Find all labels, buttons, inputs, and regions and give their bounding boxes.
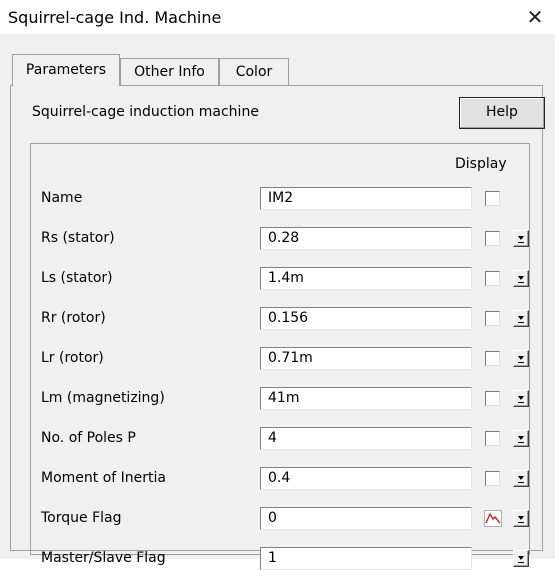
- param-value-lm-magnetizing[interactable]: 41m: [260, 387, 472, 410]
- window-title: Squirrel-cage Ind. Machine: [8, 8, 222, 27]
- dropdown-button-lm-magnetizing[interactable]: [513, 390, 529, 407]
- param-label-lm-magnetizing: Lm (magnetizing): [41, 390, 165, 406]
- dropdown-button-torque-flag[interactable]: [513, 510, 529, 527]
- param-label-lr-rotor: Lr (rotor): [41, 350, 104, 366]
- waveform-icon[interactable]: [484, 510, 502, 527]
- display-checkbox-rr-rotor[interactable]: [485, 311, 500, 326]
- display-checkbox-moment-of-inertia[interactable]: [485, 471, 500, 486]
- display-checkbox-no-of-poles-p[interactable]: [485, 431, 500, 446]
- dropdown-bar: [518, 482, 524, 483]
- display-checkbox-name[interactable]: [485, 191, 500, 206]
- chevron-down-icon: [518, 236, 524, 240]
- param-value-torque-flag[interactable]: 0: [260, 507, 472, 530]
- dropdown-bar: [518, 242, 524, 243]
- param-label-rr-rotor: Rr (rotor): [41, 310, 106, 326]
- dropdown-button-ls-stator[interactable]: [513, 270, 529, 287]
- dropdown-button-rr-rotor[interactable]: [513, 310, 529, 327]
- chevron-down-icon: [518, 316, 524, 320]
- display-checkbox-lm-magnetizing[interactable]: [485, 391, 500, 406]
- param-value-lr-rotor[interactable]: 0.71m: [260, 347, 472, 370]
- param-value-name[interactable]: IM2: [260, 187, 472, 210]
- dropdown-button-no-of-poles-p[interactable]: [513, 430, 529, 447]
- param-label-name: Name: [41, 190, 83, 206]
- dropdown-bar: [518, 282, 524, 283]
- dropdown-button-rs-stator[interactable]: [513, 230, 529, 247]
- description-label: Squirrel-cage induction machine: [32, 104, 259, 120]
- display-checkbox-ls-stator[interactable]: [485, 271, 500, 286]
- param-value-rs-stator[interactable]: 0.28: [260, 227, 472, 250]
- dropdown-bar: [518, 362, 524, 363]
- param-label-master-slave-flag: Master/Slave Flag: [41, 550, 166, 566]
- param-value-moment-of-inertia[interactable]: 0.4: [260, 467, 472, 490]
- dropdown-bar: [518, 562, 524, 563]
- dropdown-button-lr-rotor[interactable]: [513, 350, 529, 367]
- chevron-down-icon: [518, 356, 524, 360]
- chevron-down-icon: [518, 556, 524, 560]
- dropdown-bar: [518, 522, 524, 523]
- param-value-ls-stator[interactable]: 1.4m: [260, 267, 472, 290]
- chevron-down-icon: [518, 436, 524, 440]
- param-label-rs-stator: Rs (stator): [41, 230, 115, 246]
- display-header: Display: [455, 156, 507, 172]
- tab-parameters[interactable]: Parameters: [12, 54, 120, 86]
- chevron-down-icon: [518, 516, 524, 520]
- tab-other-info[interactable]: Other Info: [120, 58, 219, 85]
- close-icon[interactable]: ✕: [523, 4, 547, 30]
- title-bar: Squirrel-cage Ind. Machine ✕: [0, 0, 555, 34]
- display-checkbox-lr-rotor[interactable]: [485, 351, 500, 366]
- dropdown-bar: [518, 402, 524, 403]
- dropdown-bar: [518, 442, 524, 443]
- chevron-down-icon: [518, 476, 524, 480]
- dropdown-bar: [518, 322, 524, 323]
- dropdown-button-moment-of-inertia[interactable]: [513, 470, 529, 487]
- param-label-torque-flag: Torque Flag: [41, 510, 122, 526]
- param-value-rr-rotor[interactable]: 0.156: [260, 307, 472, 330]
- param-label-no-of-poles-p: No. of Poles P: [41, 430, 136, 446]
- param-label-ls-stator: Ls (stator): [41, 270, 113, 286]
- param-label-moment-of-inertia: Moment of Inertia: [41, 470, 166, 486]
- tab-color[interactable]: Color: [219, 58, 289, 85]
- param-value-no-of-poles-p[interactable]: 4: [260, 427, 472, 450]
- display-checkbox-rs-stator[interactable]: [485, 231, 500, 246]
- help-button[interactable]: Help: [459, 97, 545, 129]
- chevron-down-icon: [518, 276, 524, 280]
- chevron-down-icon: [518, 396, 524, 400]
